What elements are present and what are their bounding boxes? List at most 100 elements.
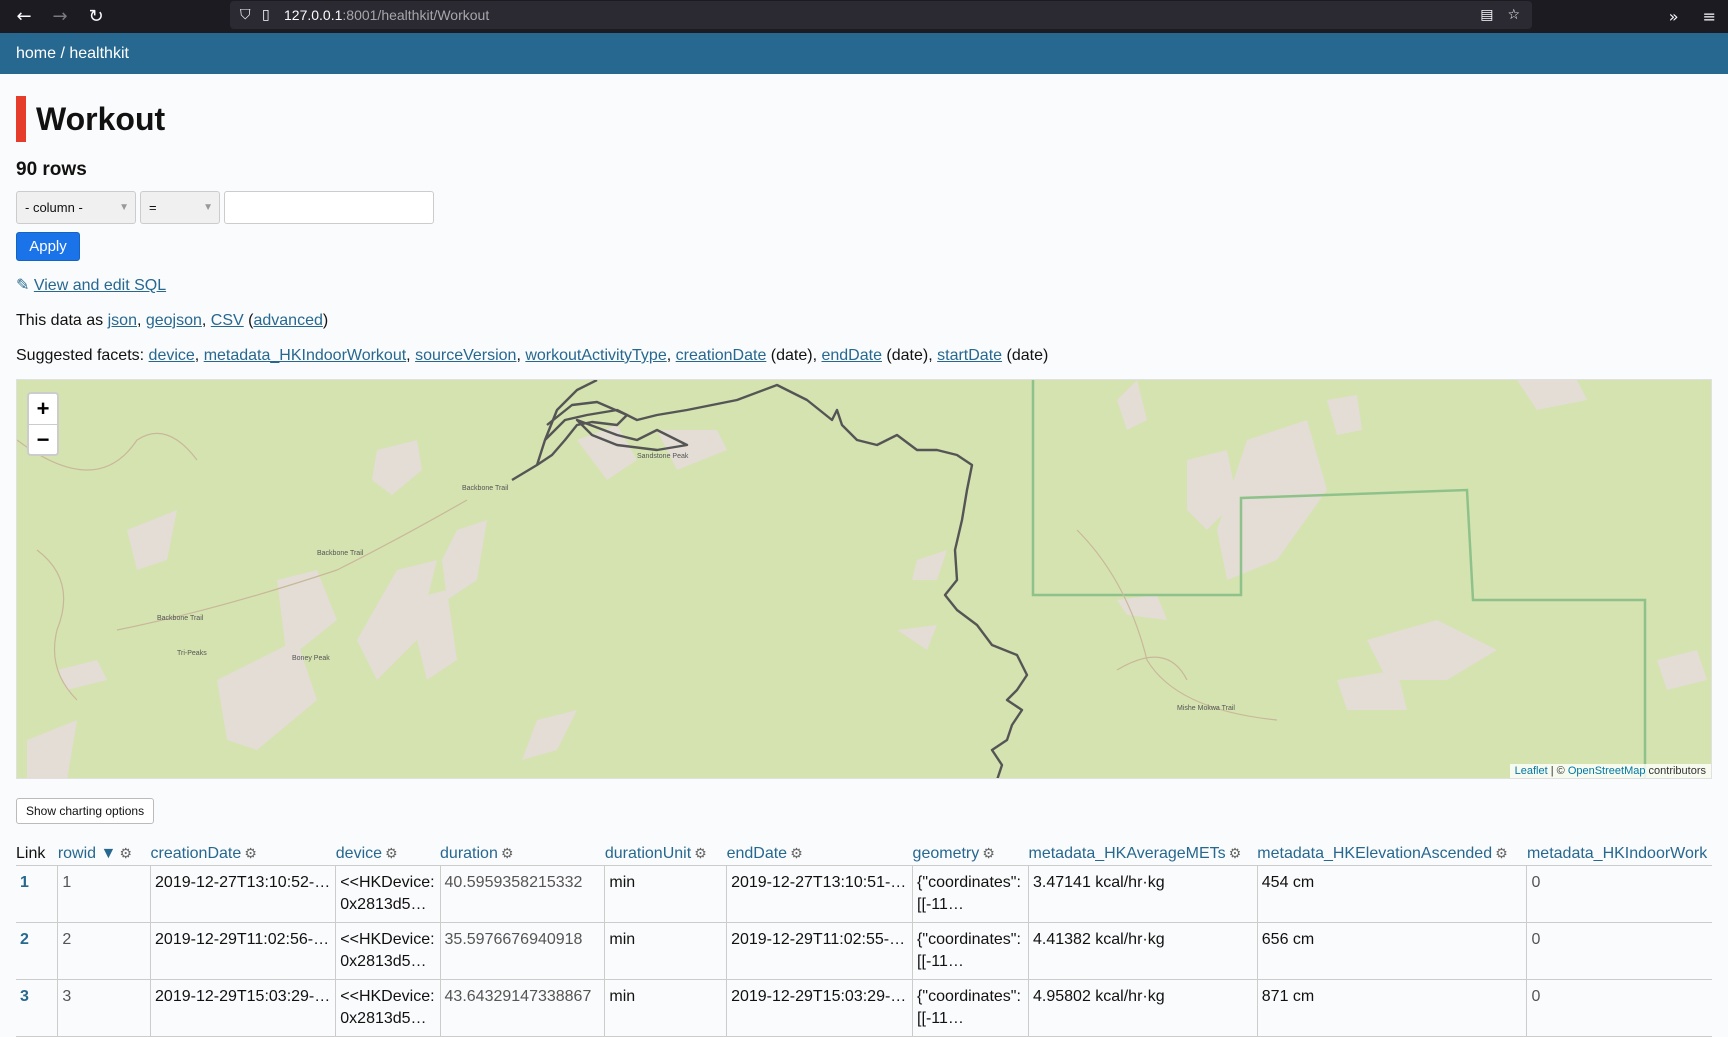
cell-device: <<HKDevice:	[340, 931, 435, 948]
column-header-label[interactable]: geometry	[913, 845, 980, 862]
column-header-label[interactable]: creationDate	[151, 845, 242, 862]
column-header[interactable]: geometry ⚙	[912, 841, 1029, 866]
json-link[interactable]: json	[108, 312, 137, 329]
attribution-separator: | ©	[1547, 765, 1568, 777]
overflow-chevrons-icon[interactable]: »	[1669, 7, 1679, 26]
geojson-link[interactable]: geojson	[146, 312, 202, 329]
column-header-label[interactable]: metadata_HKIndoorWork	[1527, 845, 1707, 862]
cell-mets: 4.41382 kcal/hr·kg	[1028, 922, 1258, 980]
gear-icon[interactable]: ⚙	[694, 846, 707, 862]
table-row: 3 3 2019-12-29T15:03:29-… <<HKDevice: 0x2…	[16, 979, 1712, 1037]
facet-creationdate-link[interactable]: creationDate	[676, 347, 767, 364]
column-header[interactable]: duration ⚙	[440, 841, 605, 866]
hamburger-menu-icon[interactable]: ≡	[1703, 7, 1716, 26]
column-header[interactable]: durationUnit ⚙	[604, 841, 727, 866]
leaflet-link[interactable]: Leaflet	[1515, 765, 1548, 777]
cell-elevation: 871 cm	[1256, 979, 1527, 1037]
site-header: home / healthkit	[0, 33, 1728, 74]
cell-duration: 40.5959358215332	[439, 865, 605, 923]
table-header-row: Link rowid ▼ ⚙ creationDate ⚙ device ⚙ dura…	[16, 841, 1712, 866]
map-zoom-control: + −	[27, 392, 59, 456]
column-header[interactable]: metadata_HKIndoorWork	[1526, 841, 1712, 866]
column-header-label[interactable]: device	[336, 845, 382, 862]
apply-button[interactable]: Apply	[16, 232, 80, 261]
suggested-facets: Suggested facets: device, metadata_HKInd…	[16, 347, 1049, 364]
column-header-label[interactable]: rowid ▼	[58, 845, 117, 862]
row-link[interactable]: 2	[20, 931, 29, 948]
column-header-label[interactable]: duration	[440, 845, 498, 862]
column-header-label[interactable]: endDate	[727, 845, 788, 862]
url-host: 127.0.0.1	[284, 7, 343, 23]
trail-label: Backbone Trail	[317, 550, 364, 557]
cell-enddate: 2019-12-27T13:10:51-…	[726, 865, 913, 923]
shield-icon[interactable]: ⛉	[240, 7, 262, 23]
filter-value-input[interactable]	[224, 191, 434, 224]
row-count: 90 rows	[16, 159, 87, 180]
gear-icon[interactable]: ⚙	[385, 846, 398, 862]
zoom-in-button[interactable]: +	[29, 394, 57, 424]
gear-icon[interactable]: ⚙	[790, 846, 803, 862]
advanced-link[interactable]: advanced	[253, 312, 322, 329]
cell-mets: 3.47141 kcal/hr·kg	[1028, 865, 1258, 923]
reload-button[interactable]: ↻	[78, 3, 114, 31]
facet-sourceversion-link[interactable]: sourceVersion	[415, 347, 516, 364]
column-select-value: - column -	[25, 200, 83, 215]
show-charting-options-button[interactable]: Show charting options	[16, 798, 155, 824]
cell-duration: 35.5976676940918	[439, 922, 605, 980]
facet-enddate-link[interactable]: endDate	[821, 347, 882, 364]
back-button[interactable]: ←	[6, 3, 42, 31]
cell-elevation: 656 cm	[1256, 922, 1527, 980]
cell-device: 0x2813d5…	[340, 896, 427, 913]
reader-view-icon[interactable]: ▤	[1480, 7, 1493, 23]
facet-startdate-link[interactable]: startDate	[937, 347, 1002, 364]
view-edit-sql-link[interactable]: View and edit SQL	[34, 277, 166, 294]
cell-rowid: 3	[57, 979, 151, 1037]
facet-activitytype-link[interactable]: workoutActivityType	[525, 347, 666, 364]
gear-icon[interactable]: ⚙	[1229, 846, 1242, 862]
bookmark-star-icon[interactable]: ☆	[1507, 7, 1520, 23]
column-header-label: Link	[16, 845, 46, 862]
cell-indoor: 0	[1526, 865, 1712, 923]
column-select[interactable]: - column - ▼	[16, 191, 136, 224]
map-tiles: Backbone Trail Backbone Trail Backbone T…	[17, 380, 1711, 778]
gear-icon[interactable]: ⚙	[244, 846, 257, 862]
forward-button[interactable]: →	[42, 3, 78, 31]
column-header[interactable]: rowid ▼ ⚙	[57, 841, 151, 866]
facet-suffix: (date)	[766, 347, 813, 364]
breadcrumb[interactable]: home / healthkit	[16, 45, 129, 63]
column-header-label[interactable]: durationUnit	[605, 845, 691, 862]
column-header[interactable]: endDate ⚙	[726, 841, 913, 866]
address-bar[interactable]: ⛉ ▯ 127.0.0.1:8001/healthkit/Workout ▤ ☆	[230, 1, 1532, 29]
operator-select[interactable]: = ▼	[140, 191, 220, 224]
cell-indoor: 0	[1526, 979, 1712, 1037]
chevron-down-icon: ▼	[203, 202, 213, 213]
csv-link[interactable]: CSV	[211, 312, 244, 329]
cell-rowid: 2	[57, 922, 151, 980]
map-view[interactable]: Backbone Trail Backbone Trail Backbone T…	[16, 379, 1712, 779]
gear-icon[interactable]: ⚙	[982, 846, 995, 862]
row-link[interactable]: 1	[20, 874, 29, 891]
column-header-label[interactable]: metadata_HKAverageMETs	[1029, 845, 1226, 862]
gear-icon[interactable]: ⚙	[119, 846, 132, 862]
row-link[interactable]: 3	[20, 988, 29, 1005]
column-header[interactable]: metadata_HKElevationAscended ⚙	[1257, 841, 1527, 866]
pencil-icon: ✎	[16, 277, 30, 294]
facet-indoor-link[interactable]: metadata_HKIndoorWorkout	[204, 347, 406, 364]
filter-row: - column - ▼ = ▼	[16, 191, 1712, 224]
column-header-label[interactable]: metadata_HKElevationAscended	[1257, 845, 1492, 862]
osm-link[interactable]: OpenStreetMap	[1568, 765, 1646, 777]
results-table: Link rowid ▼ ⚙ creationDate ⚙ device ⚙ dura…	[16, 841, 1712, 1037]
column-header[interactable]: metadata_HKAverageMETs ⚙	[1028, 841, 1258, 866]
cell-creationdate: 2019-12-29T11:02:56-…	[150, 922, 336, 980]
gear-icon[interactable]: ⚙	[501, 846, 514, 862]
cell-durationunit: min	[604, 922, 727, 980]
chevron-down-icon: ▼	[119, 202, 129, 213]
facet-device-link[interactable]: device	[149, 347, 195, 364]
column-header[interactable]: creationDate ⚙	[150, 841, 336, 866]
zoom-out-button[interactable]: −	[29, 424, 57, 454]
gear-icon[interactable]: ⚙	[1495, 846, 1508, 862]
column-header: Link	[16, 841, 58, 866]
column-header[interactable]: device ⚙	[335, 841, 441, 866]
cell-geometry: [[-11…	[917, 953, 964, 970]
peak-label: Tri-Peaks	[177, 650, 207, 657]
